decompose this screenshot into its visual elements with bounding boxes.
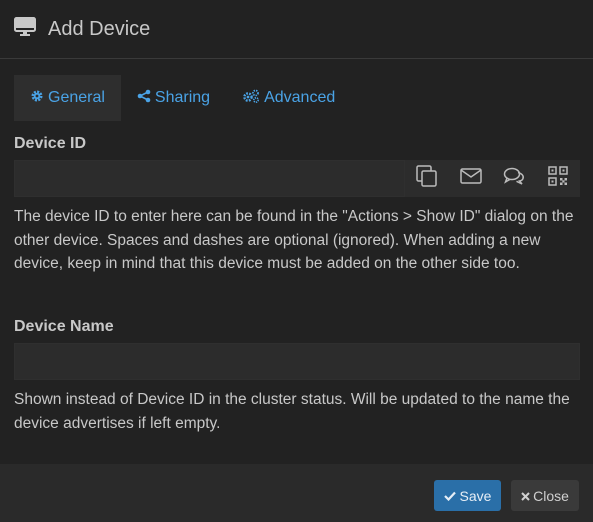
copy-button[interactable] xyxy=(405,160,449,197)
tab-bar: General Sharing Advanced xyxy=(14,75,579,121)
chat-button[interactable] xyxy=(493,160,537,197)
check-icon xyxy=(443,488,460,504)
device-id-actions xyxy=(405,160,580,197)
monitor-icon xyxy=(14,16,36,42)
copy-icon xyxy=(416,165,438,192)
dialog-title: Add Device xyxy=(48,17,151,40)
mail-icon xyxy=(459,168,482,189)
device-id-label: Device ID xyxy=(14,135,87,152)
dialog-footer xyxy=(0,464,593,522)
email-button[interactable] xyxy=(449,160,493,197)
cogs-icon xyxy=(242,89,264,108)
device-name-help: Shown instead of Device ID in the cluste… xyxy=(14,391,570,432)
qr-code-icon xyxy=(548,166,568,191)
dialog-header: Add Device xyxy=(0,0,593,59)
device-id-help: The device ID to enter here can be found… xyxy=(14,208,574,272)
close-button-label: Close xyxy=(533,487,569,504)
tab-label: Advanced xyxy=(264,89,336,106)
tab-label: Sharing xyxy=(154,89,211,106)
tab-general[interactable]: General xyxy=(14,75,121,121)
gear-icon xyxy=(30,89,48,108)
qr-code-button[interactable] xyxy=(536,160,580,197)
save-button-label: Save xyxy=(459,487,492,504)
save-button[interactable]: Save xyxy=(434,480,501,511)
tab-label: General xyxy=(48,89,105,106)
device-name-label: Device Name xyxy=(14,318,114,335)
device-name-input[interactable] xyxy=(14,343,580,380)
tab-advanced[interactable]: Advanced xyxy=(226,75,351,121)
close-icon xyxy=(521,488,533,504)
close-button[interactable]: Close xyxy=(511,480,579,511)
tab-sharing[interactable]: Sharing xyxy=(121,75,226,121)
device-id-input[interactable] xyxy=(14,160,405,197)
share-icon xyxy=(137,89,155,108)
chat-icon xyxy=(503,167,525,190)
